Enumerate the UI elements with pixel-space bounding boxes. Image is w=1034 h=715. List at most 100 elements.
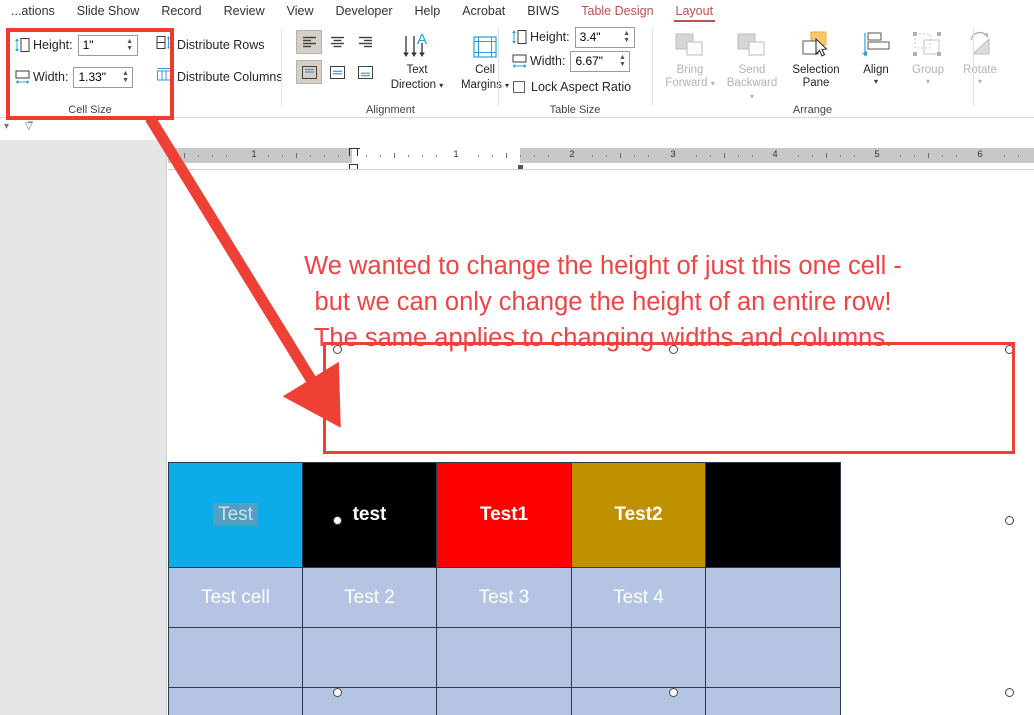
table-cell-r4c1[interactable] <box>169 688 303 715</box>
first-line-indent-marker[interactable] <box>349 148 358 156</box>
table-cell-r4c2[interactable] <box>303 688 437 715</box>
table-width-stepper[interactable]: ▲▼ <box>570 51 630 72</box>
table-cell-r2c1[interactable]: Test cell <box>169 568 303 628</box>
cell-width-input[interactable] <box>74 68 120 87</box>
table-cell-r2c4[interactable]: Test 4 <box>572 568 706 628</box>
table-cell-r3c2[interactable] <box>303 628 437 688</box>
cell-margins-label-line2: Margins <box>461 79 502 91</box>
table-cell-r2c3[interactable]: Test 3 <box>437 568 572 628</box>
table-cell-r4c3[interactable] <box>437 688 572 715</box>
table-width-icon <box>511 53 528 69</box>
selection-handle-bottom-left[interactable] <box>333 688 342 697</box>
cell-width-spin-arrows[interactable]: ▲▼ <box>119 68 131 87</box>
tab-layout[interactable]: Layout <box>665 0 725 22</box>
rotate-objects-icon <box>963 26 997 64</box>
tab-acrobat[interactable]: Acrobat <box>451 0 516 22</box>
ruler-number-3: 2 <box>569 149 574 160</box>
align-right-button[interactable] <box>352 30 378 54</box>
table-row[interactable] <box>169 688 841 715</box>
tab-help[interactable]: Help <box>403 0 451 22</box>
cell-height-input[interactable] <box>79 36 125 55</box>
tab-slide-show[interactable]: Slide Show <box>66 0 151 22</box>
cell-height-stepper[interactable]: ▲▼ <box>78 35 138 56</box>
send-backward-button[interactable]: Send Backward ▾ <box>726 26 778 103</box>
selection-handle-bottom-right[interactable] <box>1005 688 1014 697</box>
selection-handle-top-left[interactable] <box>333 345 342 354</box>
selection-handle-top-right[interactable] <box>1005 345 1014 354</box>
group-objects-button[interactable]: Group ▾ <box>902 26 954 86</box>
text-direction-chevron-down-icon[interactable]: ▾ <box>439 81 443 90</box>
outline-collapse-chevron-down-icon[interactable]: ▾ <box>4 121 9 132</box>
table-cell-r3c3[interactable] <box>437 628 572 688</box>
tab-biws[interactable]: BIWS <box>516 0 570 22</box>
bring-forward-chevron-down-icon[interactable]: ▾ <box>711 79 715 88</box>
align-left-button[interactable] <box>296 30 322 54</box>
lock-aspect-ratio-label: Lock Aspect Ratio <box>531 80 631 94</box>
table-height-spin-arrows[interactable]: ▲▼ <box>621 28 633 47</box>
align-top-button[interactable] <box>296 60 322 84</box>
table-cell-r2c5[interactable] <box>706 568 841 628</box>
align-objects-chevron-down-icon[interactable]: ▾ <box>874 77 878 86</box>
tab-record[interactable]: Record <box>150 0 212 22</box>
table-cell-r1c5[interactable] <box>706 463 841 568</box>
table-cell-r2c2[interactable]: Test 2 <box>303 568 437 628</box>
table-height-label: Height: <box>530 30 570 44</box>
align-middle-button[interactable] <box>324 60 350 84</box>
selection-pane-label-line1: Selection <box>792 64 839 77</box>
table-cell-r2c1-text: Test cell <box>201 587 270 608</box>
slide-thumbnail-pane[interactable] <box>0 140 167 715</box>
slide-table[interactable]: Test test Test1 Test2 Te <box>168 462 841 715</box>
table-row[interactable]: Test test Test1 Test2 <box>169 463 841 568</box>
cell-height-spin-arrows[interactable]: ▲▼ <box>124 36 136 55</box>
table-height-stepper[interactable]: ▲▼ <box>575 27 635 48</box>
selection-pane-button[interactable]: Selection Pane <box>790 26 842 90</box>
table-cell-r3c4[interactable] <box>572 628 706 688</box>
lock-aspect-ratio-checkbox[interactable]: Lock Aspect Ratio <box>513 76 636 98</box>
align-center-button[interactable] <box>324 30 350 54</box>
group-objects-chevron-down-icon[interactable]: ▾ <box>926 77 930 86</box>
horizontal-ruler[interactable]: 1 1 2 3 4 <box>168 148 1034 163</box>
distribute-rows-button[interactable]: Distribute Rows <box>156 34 265 56</box>
tab-animations[interactable]: ...ations <box>0 0 66 22</box>
table-cell-r1c3[interactable]: Test1 <box>437 463 572 568</box>
table-cell-r1c2[interactable]: test <box>303 463 437 568</box>
table-width-input[interactable] <box>571 52 617 71</box>
table-height-input[interactable] <box>576 28 622 47</box>
selection-handle-middle-right[interactable] <box>1005 516 1014 525</box>
tab-view[interactable]: View <box>276 0 325 22</box>
distribute-columns-button[interactable]: Distribute Columns <box>156 66 283 88</box>
table-cell-r4c4[interactable] <box>572 688 706 715</box>
lock-aspect-ratio-box-icon[interactable] <box>513 81 525 93</box>
selection-handle-top-center[interactable] <box>669 345 678 354</box>
table-width-spin-arrows[interactable]: ▲▼ <box>616 52 628 71</box>
rotate-objects-chevron-down-icon[interactable]: ▾ <box>978 77 982 86</box>
table-row[interactable]: Test cell Test 2 Test 3 Test 4 <box>169 568 841 628</box>
tab-developer[interactable]: Developer <box>325 0 404 22</box>
tab-review[interactable]: Review <box>213 0 276 22</box>
cell-margins-label-line1: Cell <box>475 64 495 77</box>
table-cell-r1c4[interactable]: Test2 <box>572 463 706 568</box>
cell-height-row: Height: ▲▼ <box>14 34 138 56</box>
cell-size-group-label: Cell Size <box>6 104 174 116</box>
table-row[interactable] <box>169 628 841 688</box>
tab-table-design[interactable]: Table Design <box>570 0 664 22</box>
send-backward-chevron-down-icon[interactable]: ▾ <box>750 92 754 101</box>
ribbon-tab-strip: ...ations Slide Show Record Review View … <box>0 0 1034 22</box>
rotate-objects-label: Rotate <box>963 64 997 76</box>
table-cell-r3c5[interactable] <box>706 628 841 688</box>
align-objects-label: Align <box>863 64 889 76</box>
align-objects-button[interactable]: Align ▾ <box>850 26 902 86</box>
rotate-objects-button[interactable]: Rotate ▾ <box>954 26 1006 86</box>
table-cell-r4c5[interactable] <box>706 688 841 715</box>
text-direction-label-line1: Text <box>406 64 427 77</box>
cell-width-stepper[interactable]: ▲▼ <box>73 67 133 88</box>
selection-handle-middle-left[interactable] <box>333 516 342 525</box>
slide-callout-text[interactable]: We wanted to change the height of just t… <box>198 248 1008 356</box>
table-cell-r1c1[interactable]: Test <box>169 463 303 568</box>
bring-forward-button[interactable]: Bring Forward ▾ <box>664 26 716 90</box>
text-direction-button[interactable]: A Text Direction ▾ <box>384 28 450 92</box>
selection-handle-bottom-center[interactable] <box>669 688 678 697</box>
align-bottom-button[interactable] <box>352 60 378 84</box>
table-cell-r3c1[interactable] <box>169 628 303 688</box>
ribbon-display-chevron-down-icon[interactable]: ▽̅ <box>25 121 33 132</box>
